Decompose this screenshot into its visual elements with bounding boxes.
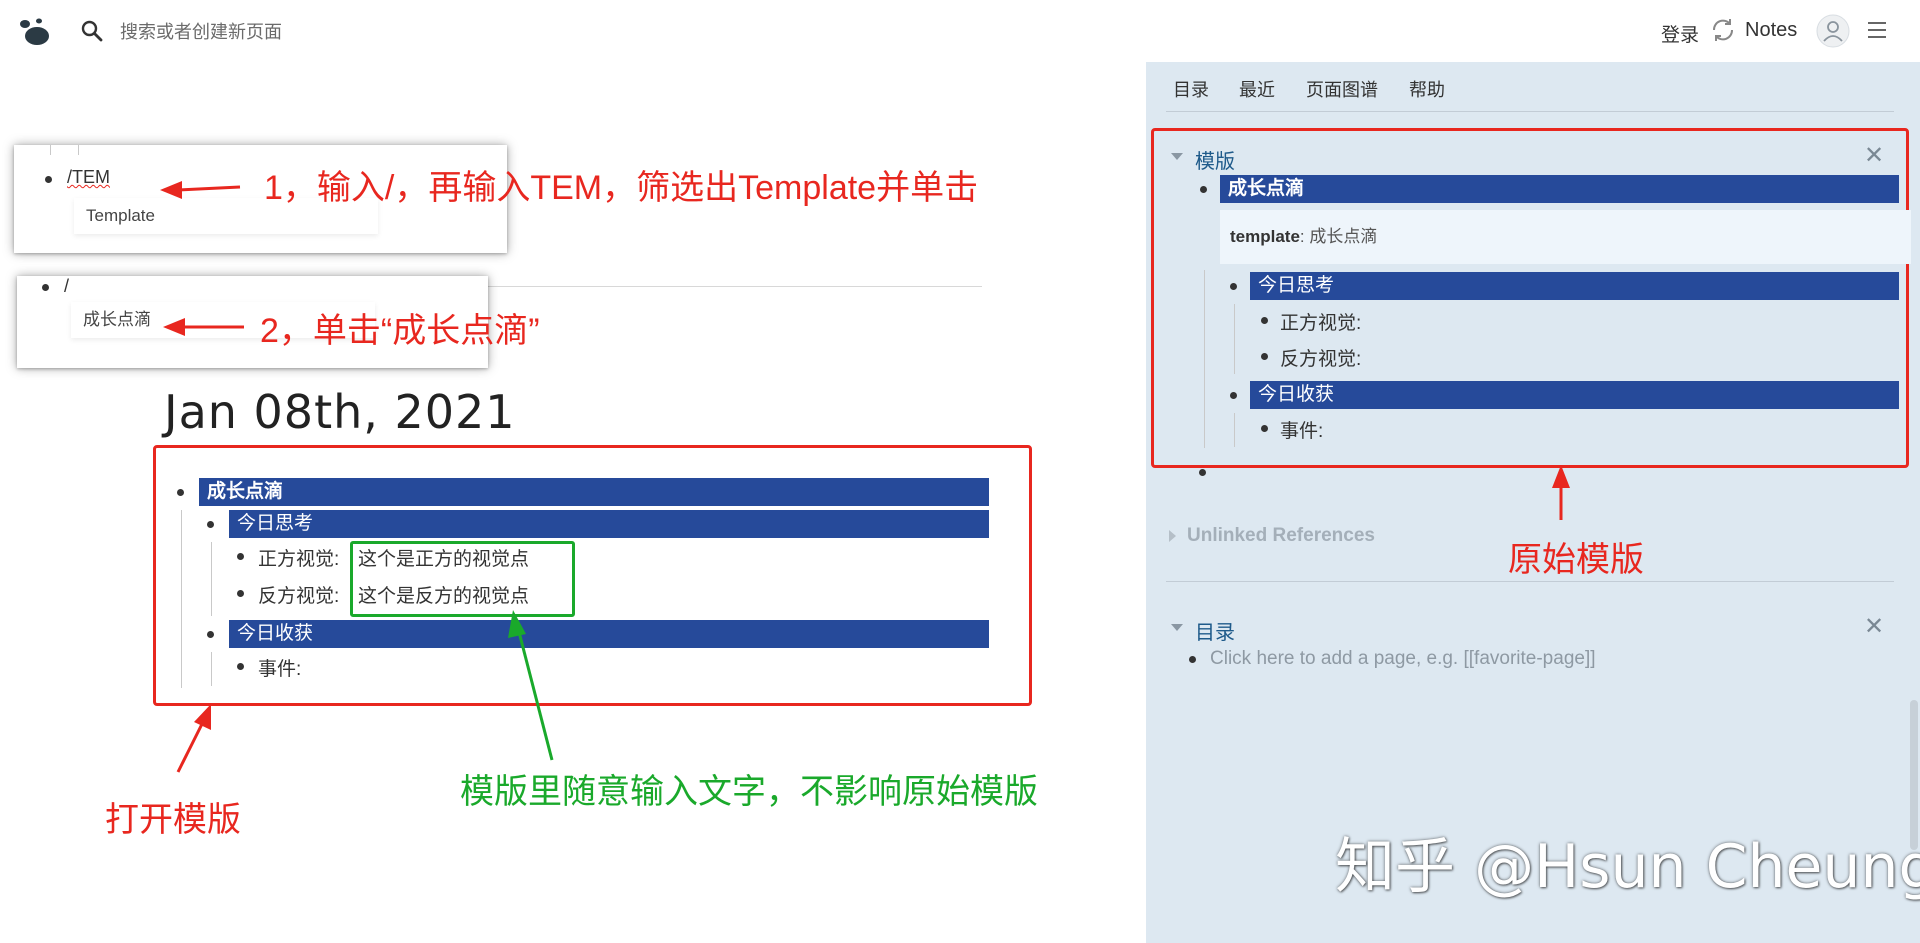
annotation-arrow: [516, 627, 554, 761]
annotation-arrow-head: [1552, 465, 1570, 488]
annotation-arrow-head: [508, 610, 526, 638]
annotation-arrow-head: [160, 181, 182, 199]
annotation-arrow-head: [163, 318, 185, 336]
annotation-arrow: [176, 721, 205, 773]
annotation-arrows: [160, 181, 1570, 773]
annotation-arrow: [177, 185, 241, 192]
